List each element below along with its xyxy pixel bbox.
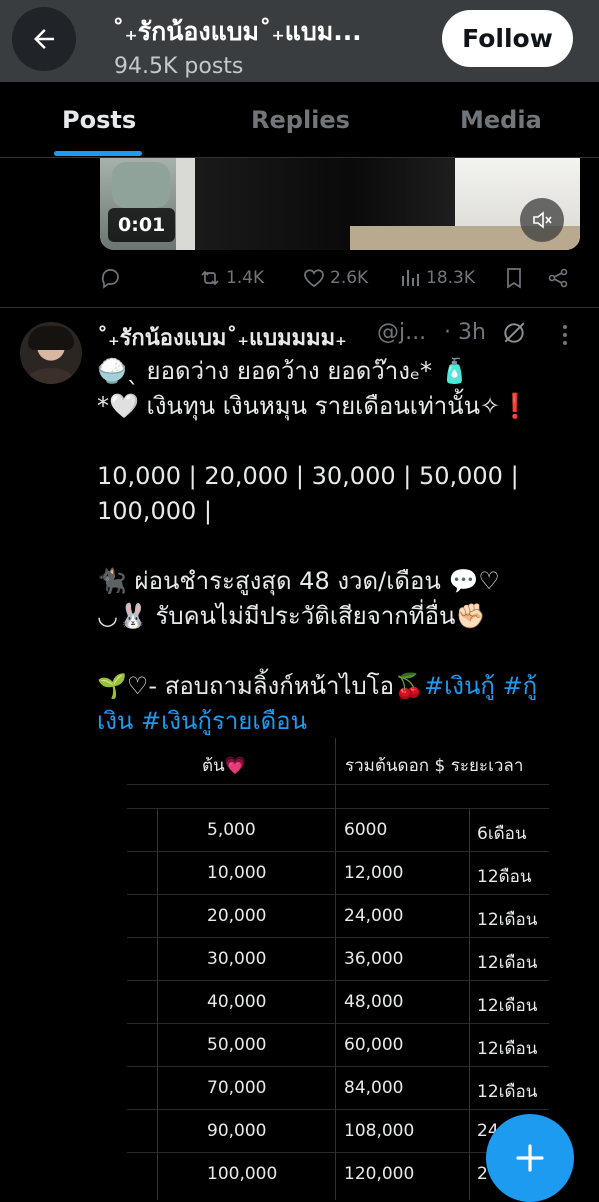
table-cell: 12เดือน xyxy=(477,910,538,930)
table-cell: 84,000 xyxy=(344,1078,404,1098)
table-row-divider xyxy=(127,851,549,852)
reply-icon xyxy=(101,269,119,289)
table-cell: 12เดือน xyxy=(477,996,538,1016)
table-cell: 5,000 xyxy=(207,820,256,840)
table-cell: 40,000 xyxy=(207,992,267,1012)
table-row-divider xyxy=(127,980,549,981)
table-cell: 30,000 xyxy=(207,949,267,969)
table-cell: 10,000 xyxy=(207,863,267,883)
post-line: 10,000 | 20,000 | 30,000 | 50,000 | xyxy=(97,462,519,490)
table-cell: 12ดือน xyxy=(477,867,532,887)
post-header: ˚₊รักน้องแบม˚₊แบมมมม₊ @j... · 3h xyxy=(97,318,587,354)
grok-icon xyxy=(504,322,525,343)
post-body: 🍚ˎ ยอดว่าง ยอดว้าง ยอดว๊างₑ* 🧴 *🤍 เงินทุ… xyxy=(97,354,577,739)
post-count: 94.5K posts xyxy=(114,54,244,79)
post-line-text: 🌱♡- สอบถามลิ้งก์หน้าไบโอ🍒 xyxy=(97,672,424,700)
table-row-divider xyxy=(127,1066,549,1067)
bookmark-button[interactable] xyxy=(503,266,525,290)
hashtag-link[interactable]: #เงินกู้ #กู้ xyxy=(424,672,537,700)
table-row-divider xyxy=(127,1109,549,1110)
table-row-divider xyxy=(127,894,549,895)
post-line: 🌱♡- สอบถามลิ้งก์หน้าไบโอ🍒#เงินกู้ #กู้ xyxy=(97,669,577,704)
avatar[interactable] xyxy=(20,322,82,384)
active-tab-indicator xyxy=(54,151,142,156)
post-image-table[interactable]: ต้น💗 รวมต้นดอก $ ระยะเวลา 5,000 6000 6เดือ… xyxy=(127,738,549,1200)
table-header-cell: ต้น💗 xyxy=(202,756,246,776)
display-name[interactable]: ˚₊รักน้องแบม˚₊แบมมมม₊ xyxy=(97,320,347,355)
bar-chart-icon xyxy=(402,270,419,286)
table-cell: 36,000 xyxy=(344,949,404,969)
table-row-divider xyxy=(127,808,549,809)
back-button[interactable] xyxy=(12,7,76,71)
bookmark-icon xyxy=(507,268,521,289)
like-count: 2.6K xyxy=(330,268,369,288)
repost-button[interactable]: 1.4K xyxy=(198,266,264,290)
table-row-divider xyxy=(127,1023,549,1024)
post-line: ◡🐰 รับคนไม่มีประวัติเสียจากที่อื่น✊🏻 xyxy=(97,602,486,630)
table-cell: 12เดือน xyxy=(477,1082,538,1102)
table-cell: 48,000 xyxy=(344,992,404,1012)
tab-media[interactable]: Media xyxy=(460,106,542,134)
more-options-button[interactable] xyxy=(557,322,573,354)
table-cell: 50,000 xyxy=(207,1035,267,1055)
table-cell: 6เดือน xyxy=(477,824,527,844)
table-cell: 24,000 xyxy=(344,906,404,926)
profile-header: ˚₊รักน้องแบม˚₊แบม... 94.5K posts Follow xyxy=(0,0,599,82)
follow-button[interactable]: Follow xyxy=(442,10,573,67)
table-cell: 100,000 xyxy=(207,1164,278,1184)
post-action-bar: 1.4K 2.6K 18.3K xyxy=(0,262,599,298)
video-timestamp: 0:01 xyxy=(108,208,176,242)
post-divider xyxy=(0,307,599,308)
table-cell: 12เดือน xyxy=(477,953,538,973)
table-cell: 120,000 xyxy=(344,1164,415,1184)
post-line: 🐈‍⬛ ผ่อนชำระสูงสุด 48 งวด/เดือน 💬♡ xyxy=(97,567,500,595)
profile-title: ˚₊รักน้องแบม˚₊แบม... xyxy=(112,17,362,46)
grok-button[interactable] xyxy=(501,320,527,352)
share-icon xyxy=(548,268,568,288)
reply-button[interactable] xyxy=(98,266,122,290)
heart-icon xyxy=(304,269,324,288)
post-time[interactable]: · 3h xyxy=(444,320,486,345)
table-cell: 6000 xyxy=(344,820,388,840)
repost-icon xyxy=(201,270,219,286)
hashtag-link[interactable]: #เงินกู้รายเดือน xyxy=(141,707,307,735)
arrow-left-icon xyxy=(34,29,54,49)
profile-tabs: Posts Replies Media xyxy=(0,82,599,158)
tab-posts[interactable]: Posts xyxy=(62,106,136,134)
post-line: เงิน #เงินกู้รายเดือน xyxy=(97,704,577,739)
table-cell: 108,000 xyxy=(344,1121,415,1141)
share-button[interactable] xyxy=(546,266,570,290)
user-handle[interactable]: @j... xyxy=(377,320,426,345)
view-count: 18.3K xyxy=(426,268,475,288)
table-header: ต้น💗 รวมต้นดอก $ ระยะเวลา xyxy=(127,738,549,785)
speaker-muted-icon xyxy=(533,211,552,229)
table-cell: 60,000 xyxy=(344,1035,404,1055)
repost-count: 1.4K xyxy=(226,268,265,288)
mute-button[interactable] xyxy=(520,198,564,242)
post-line: 100,000 | xyxy=(97,497,212,525)
tab-replies[interactable]: Replies xyxy=(251,106,350,134)
post-line: 🍚ˎ ยอดว่าง ยอดว้าง ยอดว๊างₑ* 🧴 xyxy=(97,357,470,385)
hashtag-link[interactable]: เงิน xyxy=(97,707,133,735)
table-header-cell: รวมต้นดอก $ ระยะเวลา xyxy=(345,756,524,776)
post-line: *🤍 เงินทุน เงินหมุน รายเดือนเท่านั้น✧❗ xyxy=(97,392,531,420)
plus-icon xyxy=(516,1144,544,1172)
like-button[interactable]: 2.6K xyxy=(302,266,368,290)
compose-button[interactable] xyxy=(486,1114,574,1202)
video-player[interactable]: 0:01 xyxy=(100,158,580,250)
table-cell: 90,000 xyxy=(207,1121,267,1141)
more-vertical-icon xyxy=(563,325,567,345)
views-button[interactable]: 18.3K xyxy=(400,266,475,290)
table-cell: 12เดือน xyxy=(477,1039,538,1059)
table-row-divider xyxy=(127,937,549,938)
table-cell: 12,000 xyxy=(344,863,404,883)
table-cell: 20,000 xyxy=(207,906,267,926)
table-cell: 70,000 xyxy=(207,1078,267,1098)
